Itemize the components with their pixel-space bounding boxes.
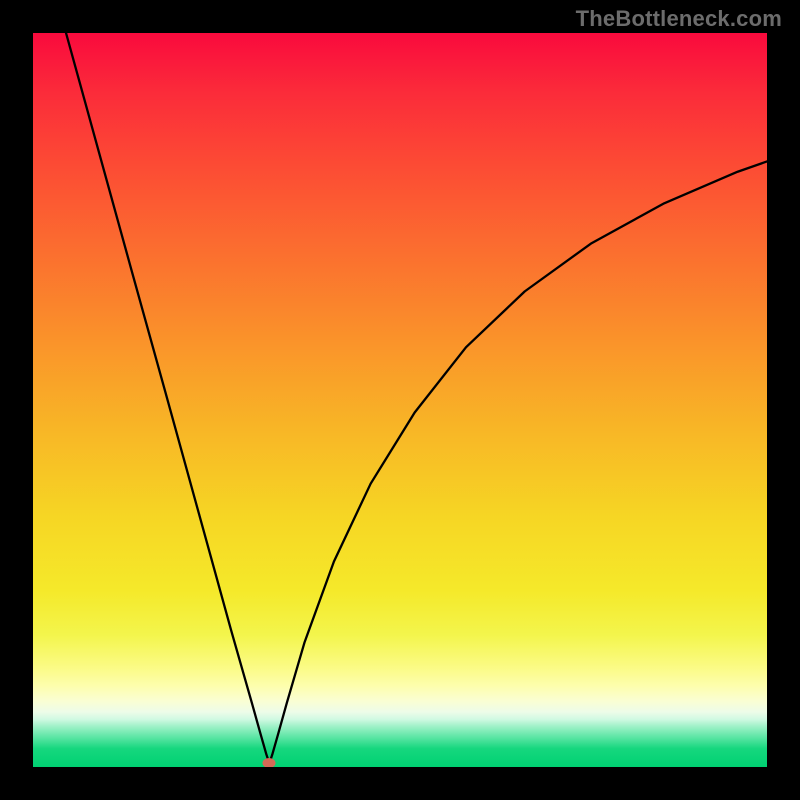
minimum-marker [263,758,276,767]
watermark-text: TheBottleneck.com [576,6,782,32]
frame: TheBottleneck.com [0,0,800,800]
plot-area [33,33,767,767]
bottleneck-curve [33,33,767,767]
curve-path [66,33,767,763]
